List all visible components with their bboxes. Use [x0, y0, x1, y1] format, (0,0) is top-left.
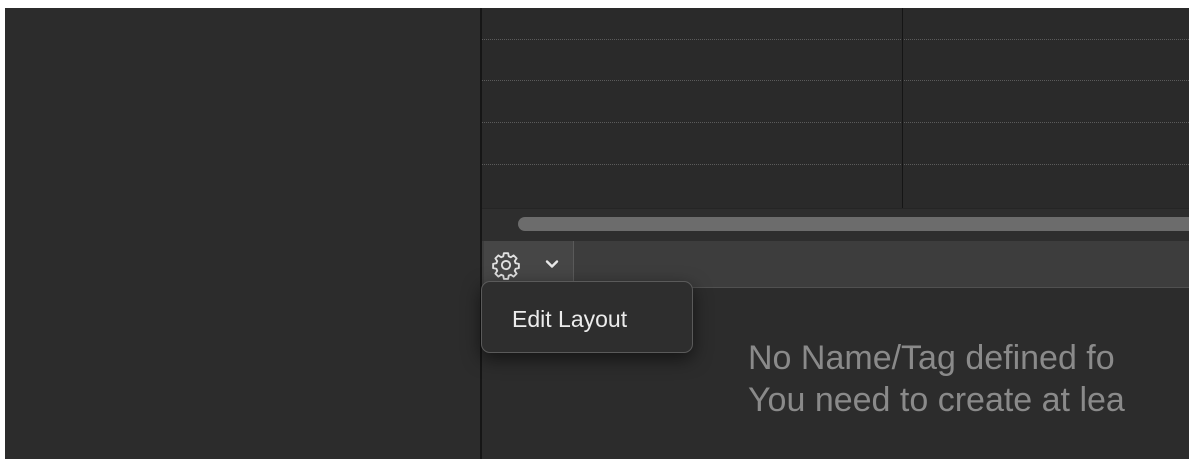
scrollbar-thumb[interactable]: [518, 217, 1189, 231]
grid-row-line: [482, 39, 1189, 40]
empty-state-line-2: You need to create at lea: [748, 381, 1125, 419]
gear-icon: [492, 252, 520, 280]
grid-row-line: [482, 164, 1189, 165]
settings-dropdown-menu: Edit Layout: [481, 281, 693, 353]
empty-state-message: No Name/Tag defined fo You need to creat…: [748, 337, 1125, 421]
menu-item-edit-layout[interactable]: Edit Layout: [512, 306, 627, 333]
grid-row-line: [482, 122, 1189, 123]
empty-state-line-1: No Name/Tag defined fo: [748, 339, 1115, 377]
chevron-down-icon: [545, 260, 559, 268]
grid-column-divider: [902, 8, 903, 208]
grid-row-line: [482, 80, 1189, 81]
grid-view: [482, 8, 1189, 208]
left-panel: [5, 8, 480, 459]
horizontal-scrollbar[interactable]: [482, 208, 1189, 242]
